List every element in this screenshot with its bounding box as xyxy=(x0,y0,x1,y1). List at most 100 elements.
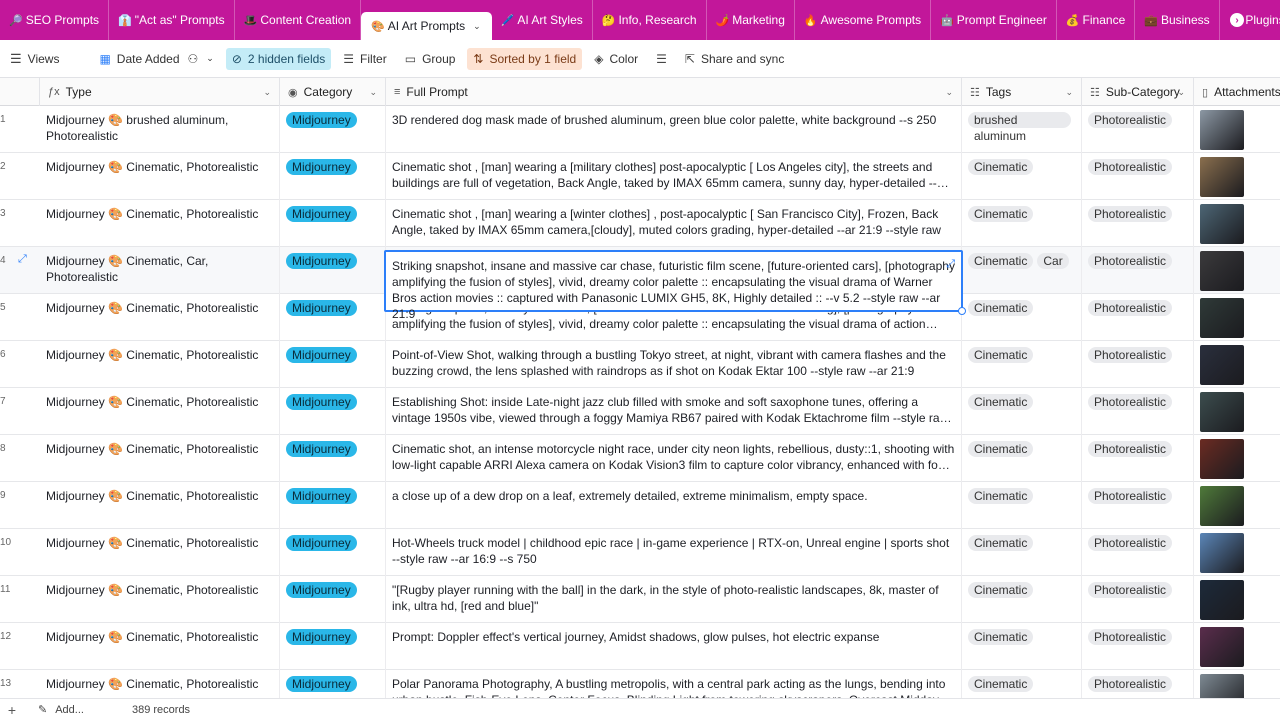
category-cell[interactable]: Midjourney xyxy=(280,482,386,529)
hidden-fields-button[interactable]: ⊘ 2 hidden fields xyxy=(225,47,332,70)
row-select-header[interactable] xyxy=(0,78,40,106)
filter-button[interactable]: ☰ Filter xyxy=(337,48,392,70)
category-cell[interactable]: Midjourney xyxy=(280,341,386,388)
view-switcher[interactable]: ▦ Date Added ⚇ ⌄ xyxy=(93,48,219,70)
expanded-prompt-text[interactable]: Striking snapshot, insane and massive ca… xyxy=(392,259,955,321)
share-sync-button[interactable]: ⇱ Share and sync xyxy=(679,48,790,70)
tab-seo-prompts[interactable]: 🔎 SEO Prompts xyxy=(0,0,110,40)
column-header-prompt[interactable]: ≡ Full Prompt ⌄ xyxy=(386,78,962,106)
add-button[interactable]: ✎ Add... xyxy=(38,703,84,717)
attachments-cell[interactable] xyxy=(1194,153,1280,200)
subcategory-cell[interactable]: Photorealistic xyxy=(1082,529,1194,576)
add-record-icon[interactable]: + xyxy=(0,702,24,718)
row-height-button[interactable]: ☰ xyxy=(650,48,673,70)
attachments-cell[interactable] xyxy=(1194,529,1280,576)
subcategory-cell[interactable]: Photorealistic xyxy=(1082,388,1194,435)
attachments-cell[interactable] xyxy=(1194,388,1280,435)
category-cell[interactable]: Midjourney xyxy=(280,388,386,435)
chevron-down-icon[interactable]: ⌄ xyxy=(473,21,481,32)
tab-business[interactable]: 💼 Business xyxy=(1135,0,1220,40)
type-cell[interactable]: Midjourney 🎨 Cinematic, Photorealistic xyxy=(40,482,280,529)
attachment-thumbnail[interactable] xyxy=(1200,674,1244,698)
subcategory-cell[interactable]: Photorealistic xyxy=(1082,670,1194,698)
subcategory-cell[interactable]: Photorealistic xyxy=(1082,435,1194,482)
type-cell[interactable]: Midjourney 🎨 Cinematic, Photorealistic xyxy=(40,294,280,341)
column-header-attachments[interactable]: ▯ Attachments xyxy=(1194,78,1280,106)
category-cell[interactable]: Midjourney xyxy=(280,200,386,247)
column-header-tags[interactable]: ☷ Tags ⌄ xyxy=(962,78,1082,106)
category-cell[interactable]: Midjourney xyxy=(280,623,386,670)
table-row[interactable]: 3 Midjourney 🎨 Cinematic, Photorealistic M… xyxy=(0,200,1280,247)
subcategory-cell[interactable]: Photorealistic xyxy=(1082,482,1194,529)
attachments-cell[interactable] xyxy=(1194,576,1280,623)
subcategory-cell[interactable]: Photorealistic xyxy=(1082,294,1194,341)
tab-awesome-prompts[interactable]: 🔥 Awesome Prompts xyxy=(795,0,932,40)
tab-info-research[interactable]: 🤔 Info, Research xyxy=(593,0,707,40)
category-cell[interactable]: Midjourney xyxy=(280,294,386,341)
prompt-cell[interactable]: Prompt: Doppler effect's vertical journe… xyxy=(386,623,962,670)
attachment-thumbnail[interactable] xyxy=(1200,392,1244,432)
prompt-cell[interactable]: Cinematic shot , [man] wearing a [winter… xyxy=(386,200,962,247)
group-button[interactable]: ▭ Group xyxy=(399,48,462,70)
tab-act-as-prompts[interactable]: 👔 "Act as" Prompts xyxy=(109,0,235,40)
chevron-down-icon[interactable]: ⌄ xyxy=(945,87,953,98)
attachments-cell[interactable] xyxy=(1194,247,1280,294)
attachment-thumbnail[interactable] xyxy=(1200,157,1244,197)
tags-cell[interactable]: Cinematic Car xyxy=(962,247,1082,294)
expand-record-icon[interactable]: ⤢ xyxy=(18,253,27,266)
table-row[interactable]: 8 Midjourney 🎨 Cinematic, Photorealistic M… xyxy=(0,435,1280,482)
type-cell[interactable]: Midjourney 🎨 Cinematic, Photorealistic xyxy=(40,576,280,623)
subcategory-cell[interactable]: Photorealistic xyxy=(1082,623,1194,670)
tags-cell[interactable]: Cinematic xyxy=(962,623,1082,670)
type-cell[interactable]: Midjourney 🎨 Cinematic, Photorealistic xyxy=(40,200,280,247)
table-row[interactable]: 1 Midjourney 🎨 brushed aluminum, Photorea… xyxy=(0,106,1280,153)
tags-cell[interactable]: Cinematic xyxy=(962,153,1082,200)
category-cell[interactable]: Midjourney xyxy=(280,435,386,482)
table-row[interactable]: 10 Midjourney 🎨 Cinematic, Photorealistic… xyxy=(0,529,1280,576)
table-row[interactable]: 13 Midjourney 🎨 Cinematic, Photorealistic… xyxy=(0,670,1280,698)
subcategory-cell[interactable]: Photorealistic xyxy=(1082,341,1194,388)
column-header-category[interactable]: ◉ Category ⌄ xyxy=(280,78,386,106)
tags-cell[interactable]: Cinematic xyxy=(962,529,1082,576)
expanded-prompt-editor[interactable]: Striking snapshot, insane and massive ca… xyxy=(384,250,966,321)
more-tabs-icon[interactable]: › xyxy=(1230,13,1244,27)
table-row[interactable]: 2 Midjourney 🎨 Cinematic, Photorealistic M… xyxy=(0,153,1280,200)
tab-prompt-engineer[interactable]: 🤖 Prompt Engineer xyxy=(931,0,1057,40)
type-cell[interactable]: Midjourney 🎨 Cinematic, Photorealistic xyxy=(40,435,280,482)
attachments-cell[interactable] xyxy=(1194,294,1280,341)
prompt-cell[interactable]: Cinematic shot, an intense motorcycle ni… xyxy=(386,435,962,482)
column-header-type[interactable]: ƒx Type ⌄ xyxy=(40,78,280,106)
chevron-down-icon[interactable]: ⌄ xyxy=(1065,87,1073,98)
type-cell[interactable]: Midjourney 🎨 Cinematic, Photorealistic xyxy=(40,623,280,670)
attachments-cell[interactable] xyxy=(1194,341,1280,388)
attachments-cell[interactable] xyxy=(1194,106,1280,153)
prompt-cell[interactable]: Polar Panorama Photography, A bustling m… xyxy=(386,670,962,698)
attachment-thumbnail[interactable] xyxy=(1200,580,1244,620)
tags-cell[interactable]: Cinematic xyxy=(962,294,1082,341)
views-button[interactable]: ☰ Views xyxy=(4,48,65,70)
attachment-thumbnail[interactable] xyxy=(1200,204,1244,244)
prompt-cell[interactable]: Hot-Wheels truck model | childhood epic … xyxy=(386,529,962,576)
tags-cell[interactable]: Cinematic xyxy=(962,435,1082,482)
tab-plugins[interactable]: 📱Plugins xyxy=(1220,0,1280,40)
attachments-cell[interactable] xyxy=(1194,670,1280,698)
table-row[interactable]: 7 Midjourney 🎨 Cinematic, Photorealistic M… xyxy=(0,388,1280,435)
fill-handle[interactable] xyxy=(958,307,966,315)
type-cell[interactable]: Midjourney 🎨 Cinematic, Car, Photorealis… xyxy=(40,247,280,294)
expand-icon[interactable]: ⤢ xyxy=(946,256,955,272)
attachment-thumbnail[interactable] xyxy=(1200,110,1244,150)
chevron-down-icon[interactable]: ⌄ xyxy=(369,87,377,98)
attachment-thumbnail[interactable] xyxy=(1200,486,1244,526)
attachments-cell[interactable] xyxy=(1194,623,1280,670)
prompt-cell[interactable]: a close up of a dew drop on a leaf, extr… xyxy=(386,482,962,529)
tags-cell[interactable]: Cinematic xyxy=(962,670,1082,698)
column-header-subcategory[interactable]: ☷ Sub-Category ⌄ xyxy=(1082,78,1194,106)
category-cell[interactable]: Midjourney xyxy=(280,153,386,200)
tags-cell[interactable]: brushed aluminum xyxy=(962,106,1082,153)
subcategory-cell[interactable]: Photorealistic xyxy=(1082,200,1194,247)
attachments-cell[interactable] xyxy=(1194,435,1280,482)
category-cell[interactable]: Midjourney xyxy=(280,670,386,698)
table-row[interactable]: 9 Midjourney 🎨 Cinematic, Photorealistic M… xyxy=(0,482,1280,529)
table-row[interactable]: 11 Midjourney 🎨 Cinematic, Photorealistic… xyxy=(0,576,1280,623)
table-row[interactable]: 6 Midjourney 🎨 Cinematic, Photorealistic M… xyxy=(0,341,1280,388)
